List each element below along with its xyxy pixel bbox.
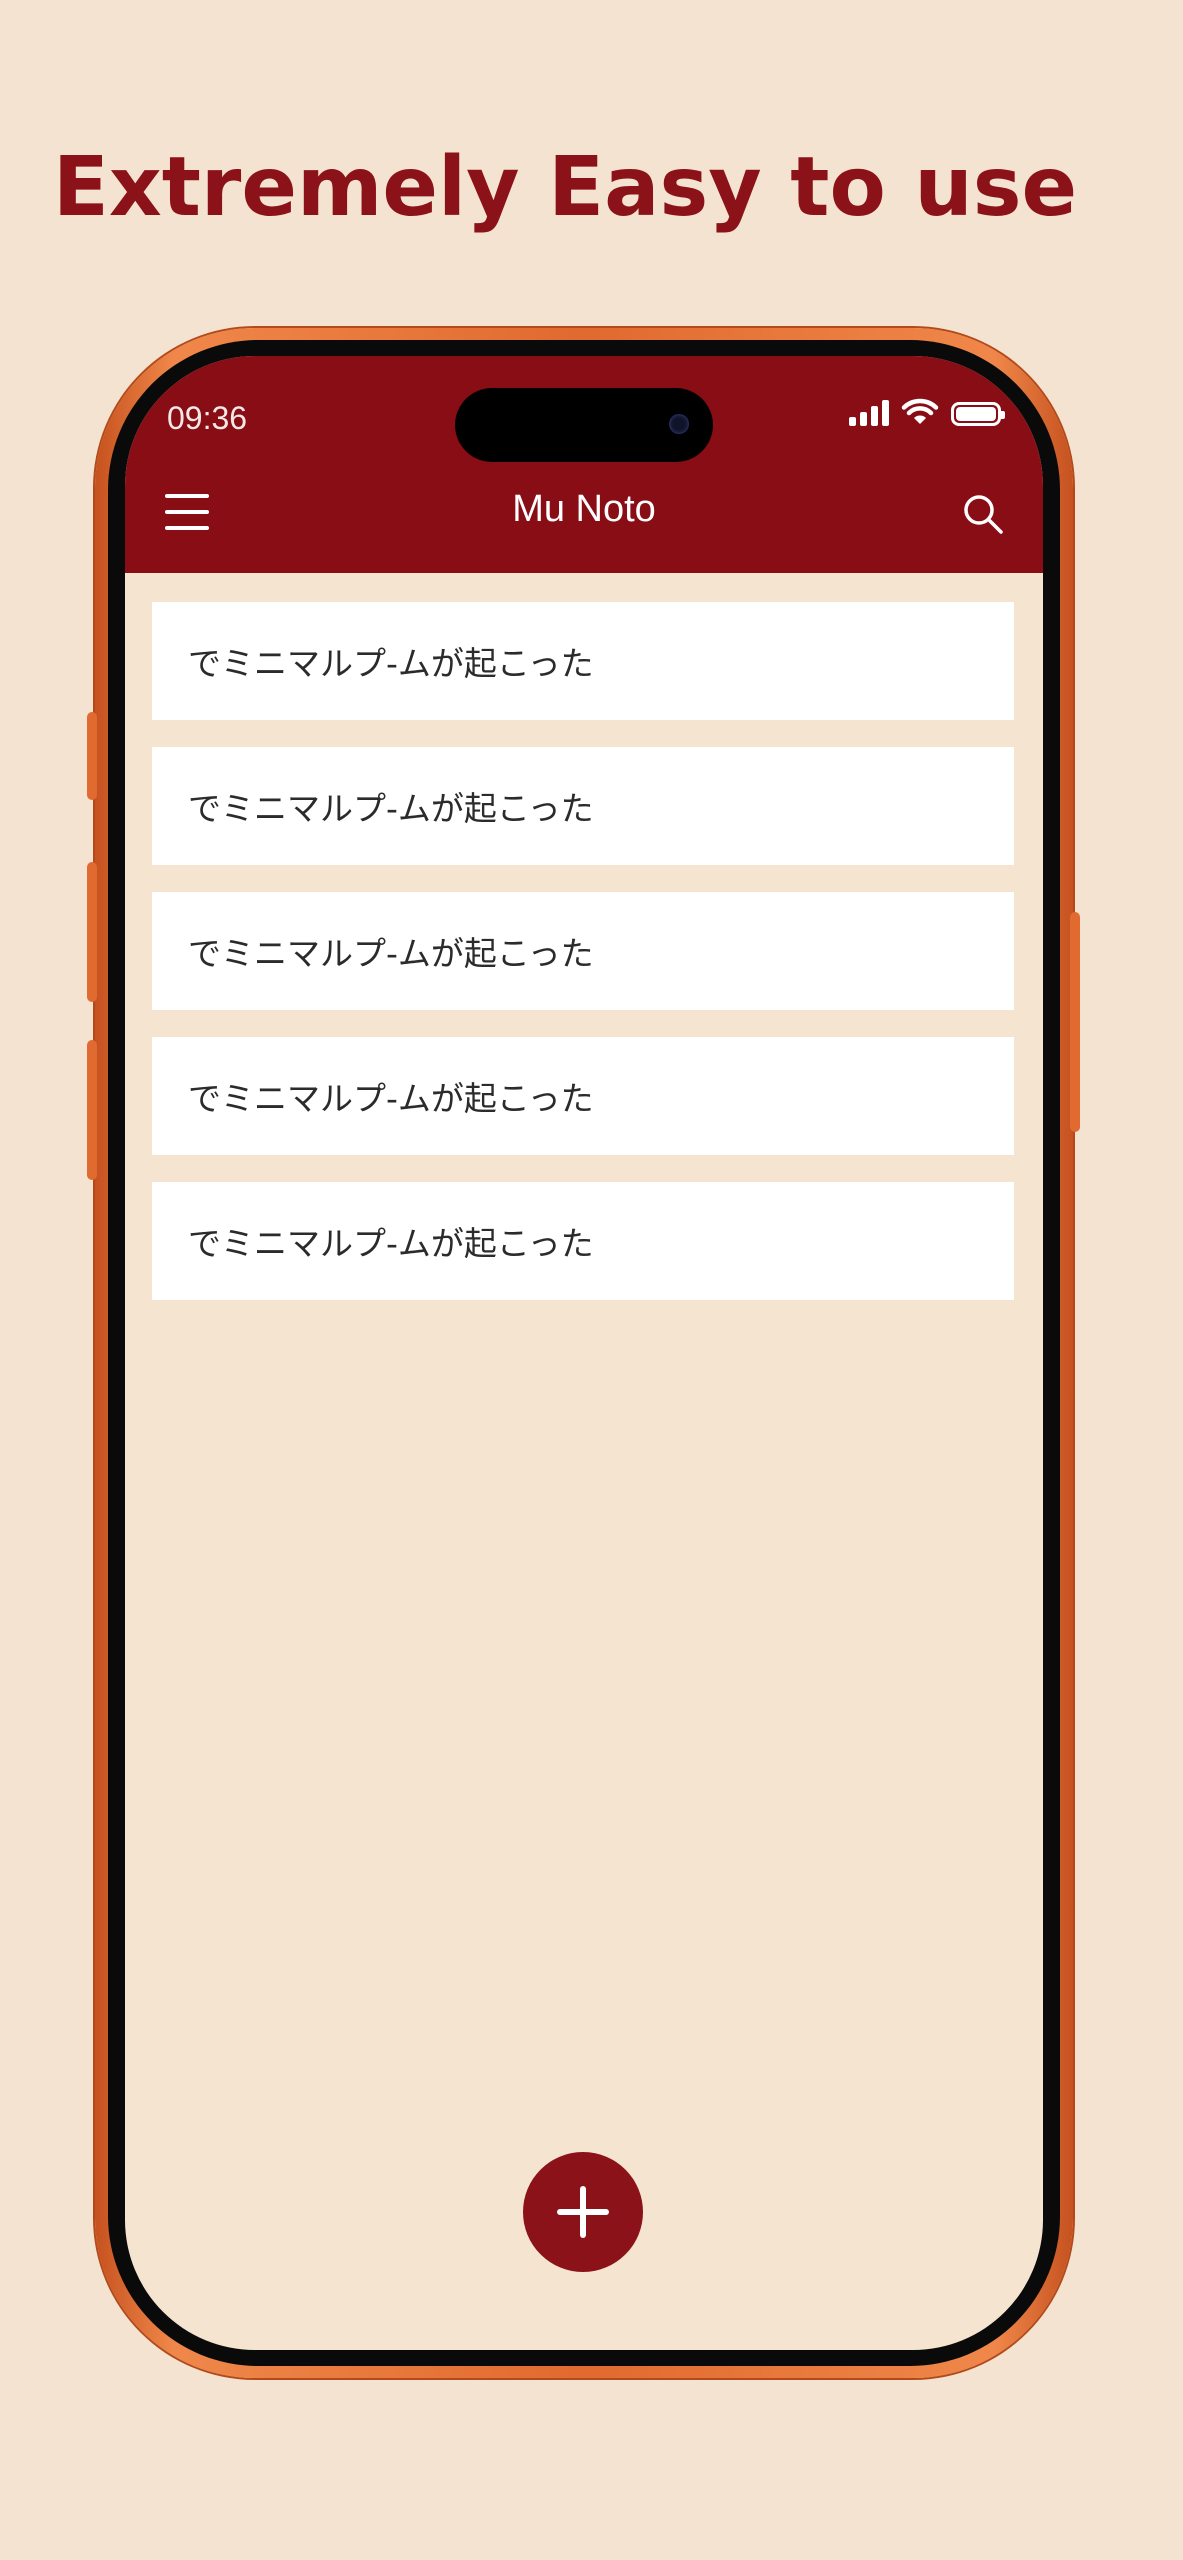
phone-screen: 09:36 Mu Noto でミニマルプ-ムが起こった でミニマルプ-ムが起こっ… bbox=[125, 356, 1043, 2350]
search-icon[interactable] bbox=[961, 492, 1005, 536]
status-icons bbox=[849, 398, 1005, 426]
plus-icon bbox=[557, 2186, 609, 2238]
note-title: でミニマルプ-ムが起こった bbox=[188, 1224, 594, 1263]
phone-action-button bbox=[87, 712, 97, 800]
app-title: Mu Noto bbox=[512, 488, 656, 530]
add-note-button[interactable] bbox=[523, 2152, 643, 2272]
app-bar: 09:36 Mu Noto bbox=[125, 356, 1043, 573]
phone-volume-up-button bbox=[87, 862, 97, 1002]
phone-power-button bbox=[1070, 912, 1080, 1132]
dynamic-island bbox=[455, 388, 713, 462]
note-title: でミニマルプ-ムが起こった bbox=[188, 1079, 594, 1118]
note-item[interactable]: でミニマルプ-ムが起こった bbox=[152, 892, 1014, 1010]
cellular-signal-icon bbox=[849, 400, 889, 426]
status-time: 09:36 bbox=[167, 400, 248, 436]
battery-icon bbox=[951, 402, 1005, 426]
wifi-icon bbox=[901, 398, 939, 424]
note-title: でミニマルプ-ムが起こった bbox=[188, 644, 594, 683]
note-item[interactable]: でミニマルプ-ムが起こった bbox=[152, 1182, 1014, 1300]
front-camera-icon bbox=[669, 414, 689, 434]
note-title: でミニマルプ-ムが起こった bbox=[188, 789, 594, 828]
note-list: でミニマルプ-ムが起こった でミニマルプ-ムが起こった でミニマルプ-ムが起こっ… bbox=[152, 602, 1014, 1327]
phone-volume-down-button bbox=[87, 1040, 97, 1180]
battery-level bbox=[956, 407, 996, 421]
note-title: でミニマルプ-ムが起こった bbox=[188, 934, 594, 973]
note-item[interactable]: でミニマルプ-ムが起こった bbox=[152, 602, 1014, 720]
note-item[interactable]: でミニマルプ-ムが起こった bbox=[152, 1037, 1014, 1155]
note-item[interactable]: でミニマルプ-ムが起こった bbox=[152, 747, 1014, 865]
promo-headline: Extremely Easy to use bbox=[52, 140, 1078, 235]
